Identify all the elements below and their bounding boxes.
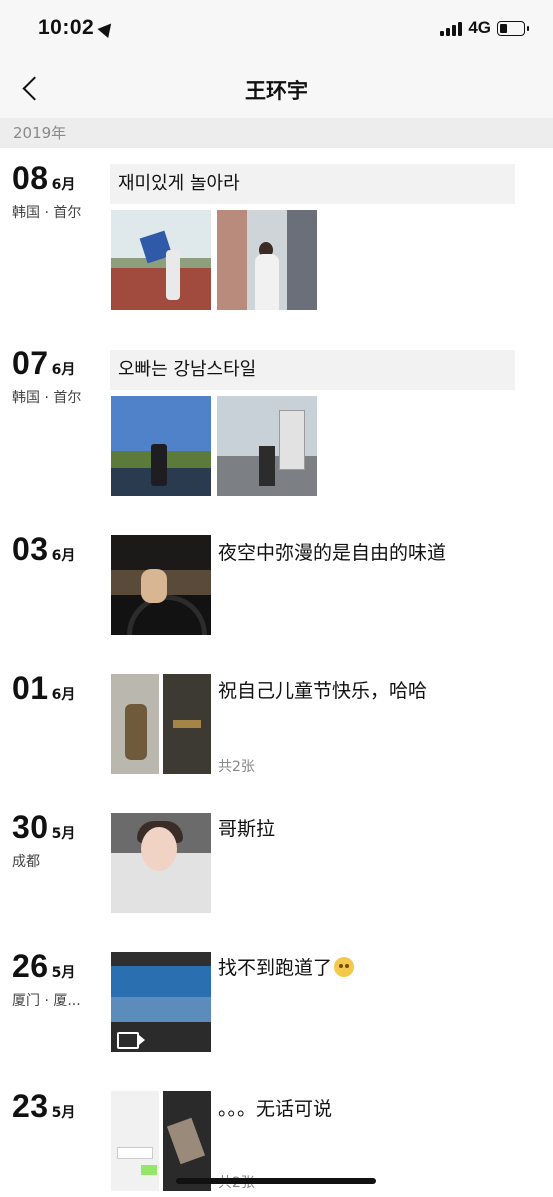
post-month: 6月 <box>51 548 76 564</box>
post-text-content: 找不到跑道了 <box>218 957 333 979</box>
post-text[interactable]: 夜空中弥漫的是自由的味道 <box>218 538 446 565</box>
page-title: 王环宇 <box>245 79 308 103</box>
post-video[interactable] <box>111 952 211 1052</box>
post-text[interactable]: 재미있게 놀아라 <box>110 164 515 204</box>
post-text[interactable]: 오빠는 강남스타일 <box>110 350 515 390</box>
post-photo[interactable] <box>111 813 211 913</box>
post-date: 26 5月 <box>12 948 75 985</box>
post-day: 23 <box>12 1088 49 1124</box>
network-label: 4G <box>468 18 491 37</box>
location-arrow-icon <box>97 19 117 38</box>
post-month: 6月 <box>51 362 76 378</box>
post-date: 08 6月 <box>12 160 75 197</box>
post-month: 5月 <box>51 826 76 842</box>
post-photo[interactable] <box>217 396 317 496</box>
post-photo[interactable] <box>111 396 211 496</box>
post-location: 韩国 · 首尔 <box>12 205 82 221</box>
post-photo[interactable] <box>111 210 211 310</box>
post-month: 5月 <box>51 965 76 981</box>
post-date: 30 5月 <box>12 809 75 846</box>
status-bar: 10:02 4G <box>0 0 553 60</box>
year-header: 2019年 <box>0 118 553 148</box>
post-day: 01 <box>12 670 49 706</box>
post-day: 07 <box>12 345 49 381</box>
post-location: 韩国 · 首尔 <box>12 390 82 406</box>
year-label: 2019年 <box>13 124 67 142</box>
post-date: 07 6月 <box>12 345 75 382</box>
battery-icon <box>497 20 529 36</box>
status-right: 4G <box>440 18 529 38</box>
post-location: 成都 <box>12 854 40 870</box>
post-date: 23 5月 <box>12 1088 75 1125</box>
post-text[interactable]: 祝自己儿童节快乐，哈哈 <box>218 676 427 703</box>
post-location: 厦门 · 厦... <box>12 993 81 1009</box>
post-photo[interactable] <box>111 674 211 774</box>
post-day: 03 <box>12 531 49 567</box>
home-indicator[interactable] <box>176 1178 376 1184</box>
post-day: 08 <box>12 160 49 196</box>
video-icon <box>117 1032 145 1049</box>
post-text[interactable]: 。。。无话可说 <box>218 1094 332 1121</box>
nav-bar: 王环宇 <box>0 60 553 118</box>
post-date: 03 6月 <box>12 531 75 568</box>
signal-icon <box>440 20 463 36</box>
post-text[interactable]: 哥斯拉 <box>218 814 275 841</box>
post-date: 01 6月 <box>12 670 75 707</box>
post-text[interactable]: 找不到跑道了 <box>218 953 355 980</box>
status-time: 10:02 <box>38 16 95 39</box>
photo-count: 共2张 <box>218 759 255 775</box>
post-photo[interactable] <box>217 210 317 310</box>
post-month: 6月 <box>51 177 76 193</box>
post-photo[interactable] <box>111 1091 211 1191</box>
post-photo[interactable] <box>111 535 211 635</box>
post-month: 6月 <box>51 687 76 703</box>
post-day: 26 <box>12 948 49 984</box>
post-day: 30 <box>12 809 49 845</box>
post-month: 5月 <box>51 1105 76 1121</box>
crying-emoji-icon <box>334 957 355 977</box>
